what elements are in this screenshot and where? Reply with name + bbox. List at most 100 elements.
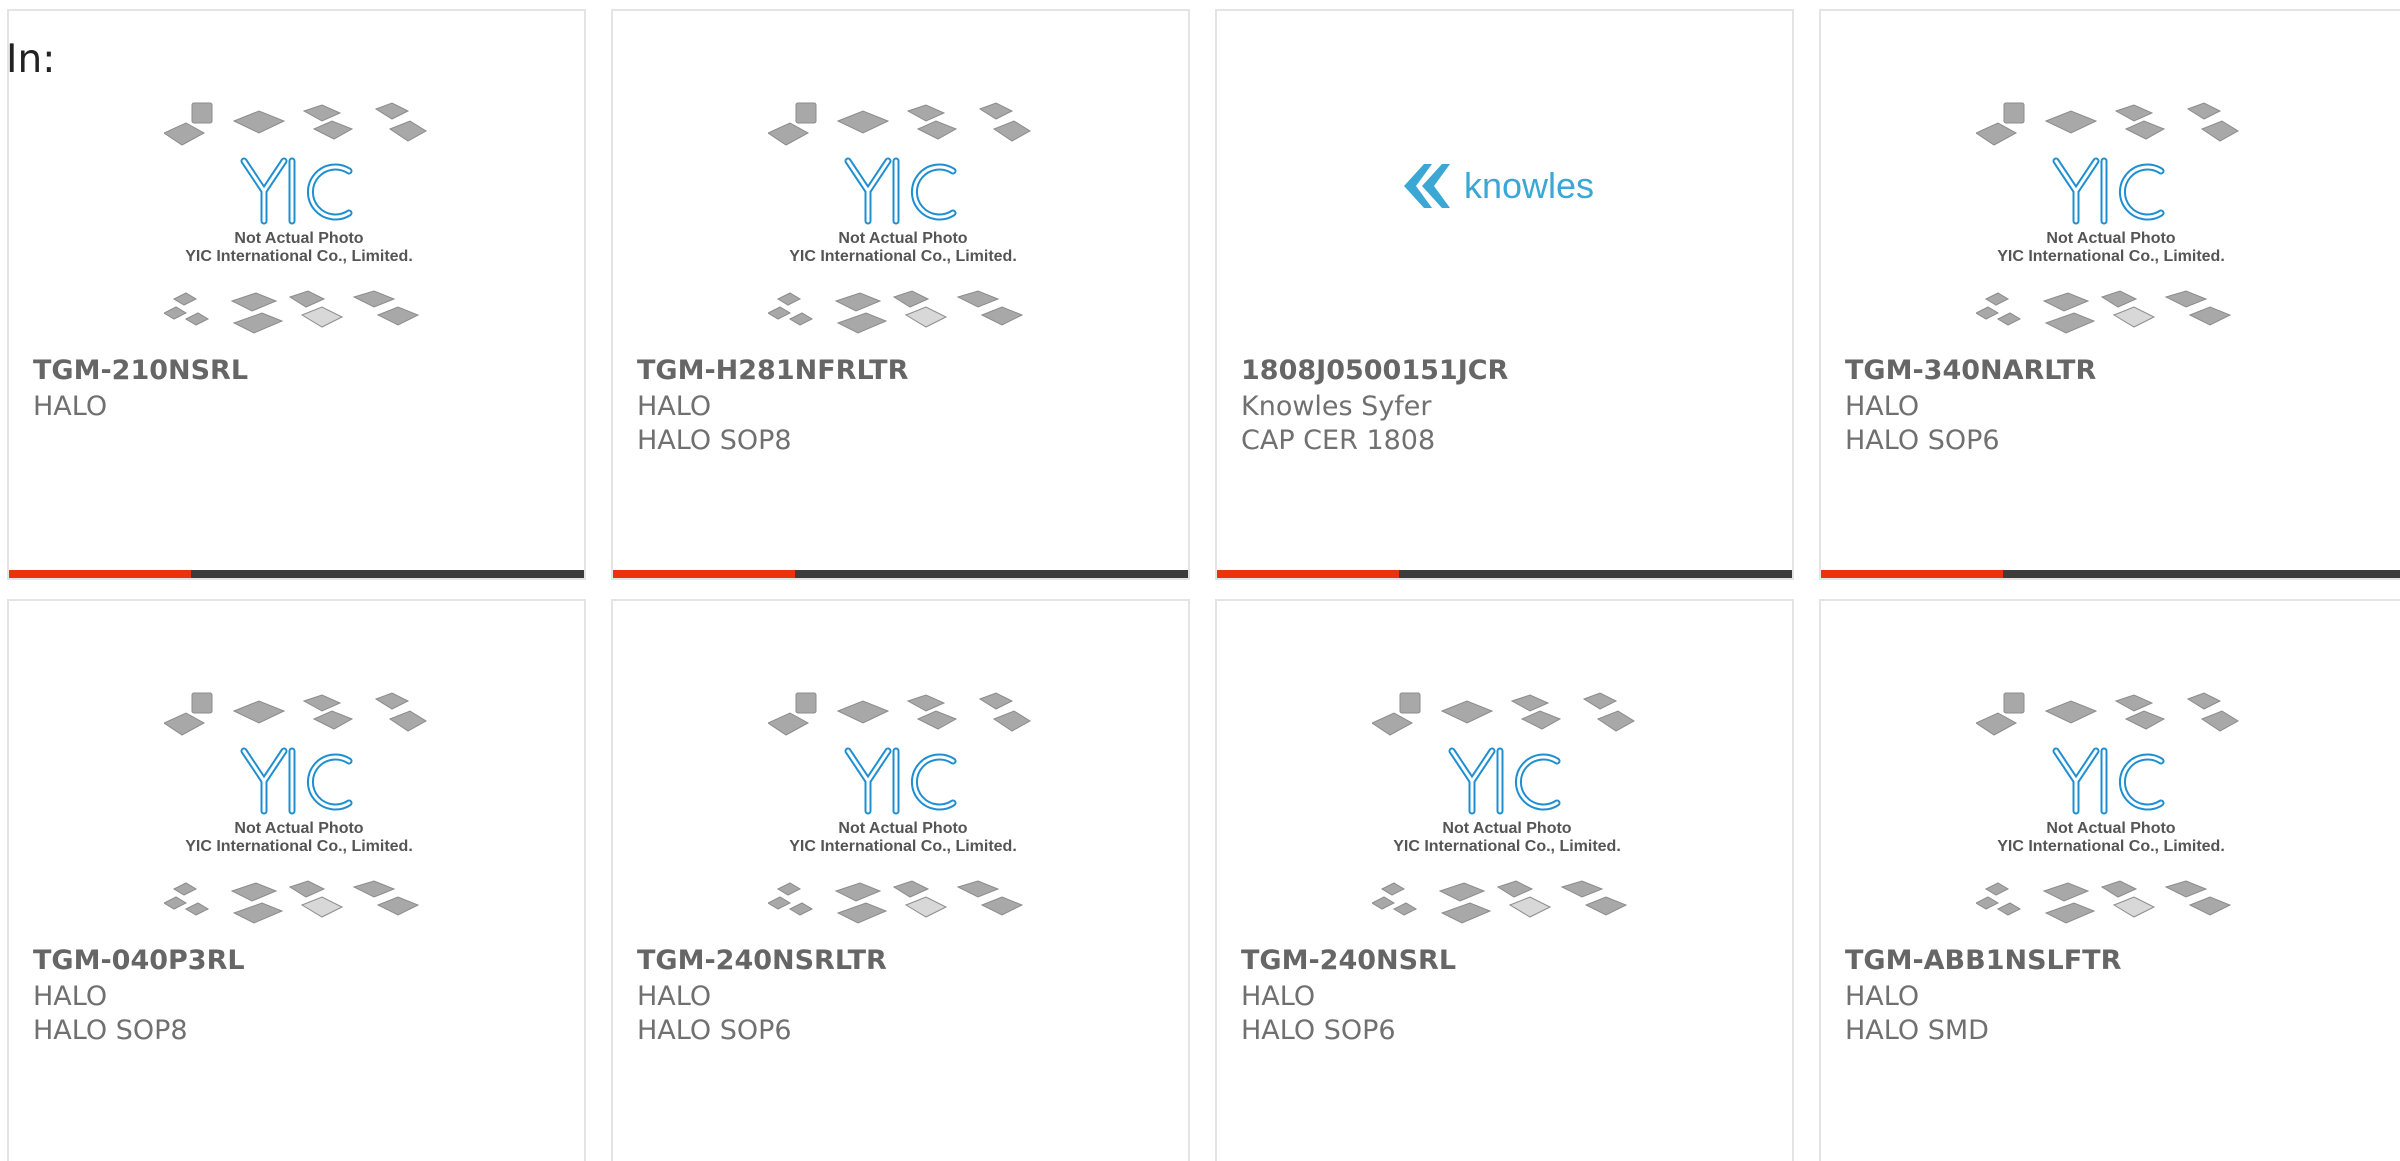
- chip-icon: [788, 902, 814, 916]
- chip-icon: [916, 120, 958, 140]
- chip-icon: [1510, 694, 1550, 712]
- chip-icon: [766, 122, 810, 146]
- part-number[interactable]: 1808J0500151JCR: [1241, 355, 1508, 386]
- chip-icon: [1438, 882, 1486, 902]
- product-card[interactable]: Not Actual Photo YIC International Co., …: [1819, 9, 2400, 580]
- part-number[interactable]: TGM-ABB1NSLFTR: [1845, 945, 2121, 976]
- chip-icon: [1974, 896, 2000, 910]
- chip-icon: [836, 902, 888, 924]
- chip-icon: [836, 312, 888, 334]
- manufacturer: HALO: [1241, 981, 1316, 1012]
- card-bottom-bar: [9, 570, 584, 578]
- not-actual-photo-image: Not Actual Photo YIC International Co., …: [766, 691, 1038, 941]
- part-number[interactable]: TGM-340NARLTR: [1845, 355, 2096, 386]
- chip-icon: [836, 110, 890, 134]
- card-bottom-bar: [613, 570, 1188, 578]
- chip-icon: [232, 110, 286, 134]
- card-accent-bar: [9, 570, 191, 578]
- chip-icon: [191, 102, 213, 124]
- company-name-text: YIC International Co., Limited.: [789, 838, 1017, 855]
- chip-icon: [1582, 692, 1618, 710]
- chip-icon: [2186, 692, 2222, 710]
- chip-icon: [172, 882, 198, 896]
- package: CAP CER 1808: [1241, 425, 1436, 456]
- yic-logo-icon: [1448, 747, 1561, 815]
- product-card[interactable]: Not Actual Photo YIC International Co., …: [611, 9, 1190, 580]
- product-card[interactable]: Not Actual Photo YIC International Co., …: [1819, 599, 2400, 1161]
- part-number[interactable]: TGM-240NSRLTR: [637, 945, 887, 976]
- chip-icon: [1584, 896, 1628, 916]
- product-card[interactable]: Not Actual Photo YIC International Co., …: [7, 599, 586, 1161]
- manufacturer: HALO: [33, 981, 108, 1012]
- chip-icon: [288, 880, 326, 898]
- chip-icon: [956, 880, 1000, 898]
- chip-icon: [388, 710, 427, 732]
- manufacturer: HALO: [33, 391, 108, 422]
- card-accent-bar: [1217, 570, 1399, 578]
- not-actual-photo-text: Not Actual Photo: [2046, 820, 2175, 837]
- chip-icon: [892, 880, 930, 898]
- product-card[interactable]: knowles 1808J0500151JCR Knowles Syfer CA…: [1215, 9, 1794, 580]
- chip-icon: [352, 880, 396, 898]
- chip-icon: [834, 882, 882, 902]
- chip-icon: [766, 306, 792, 320]
- knowles-logo-text: knowles: [1464, 165, 1594, 206]
- chip-icon: [2114, 104, 2154, 122]
- company-name-text: YIC International Co., Limited.: [1997, 838, 2225, 855]
- manufacturer: HALO: [637, 981, 712, 1012]
- company-name-text: YIC International Co., Limited.: [1393, 838, 1621, 855]
- product-card[interactable]: Not Actual Photo YIC International Co., …: [1215, 599, 1794, 1161]
- package: HALO SOP8: [33, 1015, 188, 1046]
- chip-icon: [1520, 710, 1562, 730]
- yic-logo-icon: [240, 747, 353, 815]
- not-actual-photo-image: Not Actual Photo YIC International Co., …: [1974, 101, 2246, 351]
- chip-icon: [834, 292, 882, 312]
- product-card[interactable]: Not Actual Photo YIC International Co., …: [7, 9, 586, 580]
- not-actual-photo-text: Not Actual Photo: [1442, 820, 1571, 837]
- chip-icon: [2100, 880, 2138, 898]
- chip-icon: [374, 102, 410, 120]
- chip-icon: [2188, 306, 2232, 326]
- manufacturer: HALO: [1845, 391, 1920, 422]
- chip-icon: [184, 312, 210, 326]
- card-accent-bar: [1821, 570, 2003, 578]
- chip-icon: [2114, 694, 2154, 712]
- chip-icon: [232, 312, 284, 334]
- product-grid-page: In: Not Actual Photo YIC International C…: [0, 0, 2400, 1161]
- chip-icon: [836, 700, 890, 724]
- chip-icon: [2044, 312, 2096, 334]
- chip-icon: [352, 290, 396, 308]
- chip-icon: [1560, 880, 1604, 898]
- yic-logo-icon: [844, 157, 957, 225]
- yic-placeholder-graphic: Not Actual Photo YIC International Co., …: [766, 692, 1031, 924]
- chip-icon: [2200, 710, 2239, 732]
- chip-icon: [1440, 902, 1492, 924]
- part-number[interactable]: TGM-210NSRL: [33, 355, 248, 386]
- yic-logo-icon: [2052, 157, 2165, 225]
- not-actual-photo-text: Not Actual Photo: [2046, 230, 2175, 247]
- chip-icon: [795, 692, 817, 714]
- yic-placeholder-graphic: Not Actual Photo YIC International Co., …: [1974, 692, 2239, 924]
- not-actual-photo-image: Not Actual Photo YIC International Co., …: [1370, 691, 1642, 941]
- product-card[interactable]: Not Actual Photo YIC International Co., …: [611, 599, 1190, 1161]
- company-name-text: YIC International Co., Limited.: [789, 248, 1017, 265]
- not-actual-photo-text: Not Actual Photo: [234, 820, 363, 837]
- yic-placeholder-graphic: Not Actual Photo YIC International Co., …: [162, 692, 427, 924]
- yic-placeholder-graphic: Not Actual Photo YIC International Co., …: [1974, 102, 2239, 334]
- card-accent-bar: [613, 570, 795, 578]
- chip-icon: [906, 104, 946, 122]
- package: HALO SOP8: [637, 425, 792, 456]
- chip-icon: [230, 882, 278, 902]
- chip-icon: [766, 896, 792, 910]
- part-number[interactable]: TGM-H281NFRLTR: [637, 355, 908, 386]
- in-label: In:: [6, 37, 56, 82]
- knowles-logo: knowles: [1402, 156, 1612, 216]
- part-number[interactable]: TGM-240NSRL: [1241, 945, 1456, 976]
- chip-icon: [302, 694, 342, 712]
- chip-icon: [2003, 102, 2025, 124]
- part-number[interactable]: TGM-040P3RL: [33, 945, 245, 976]
- chip-icon: [904, 306, 948, 328]
- chip-icon: [1974, 712, 2018, 736]
- chip-icon: [1996, 312, 2022, 326]
- chip-icon: [1996, 902, 2022, 916]
